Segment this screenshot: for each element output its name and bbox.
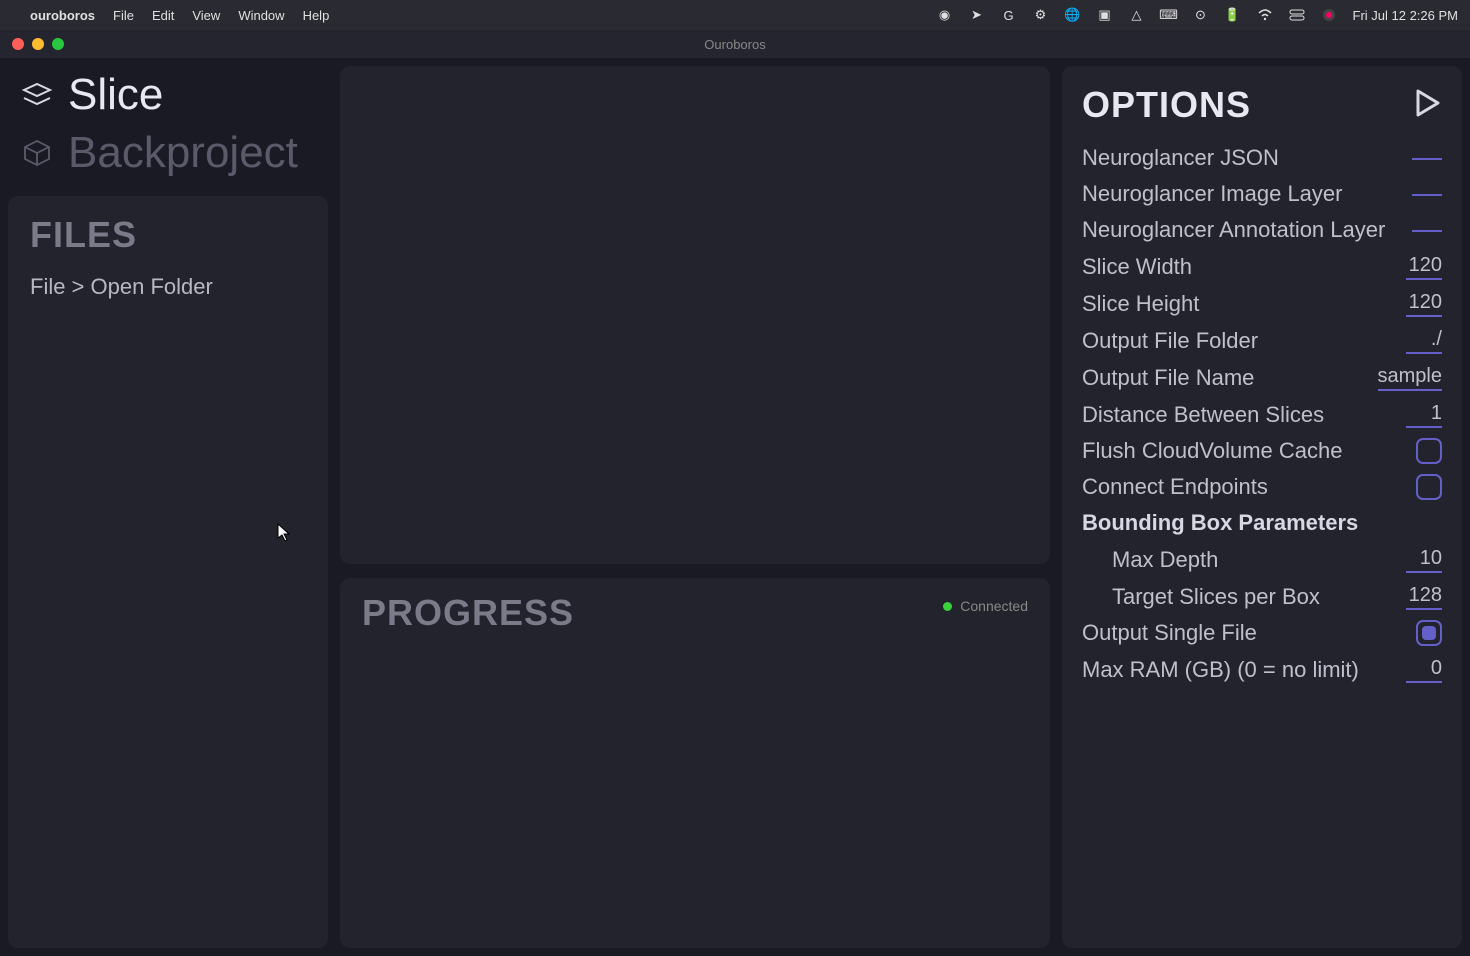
nav-slice[interactable]: Slice xyxy=(8,66,328,124)
nav-slice-label: Slice xyxy=(68,70,163,120)
option-row: Max RAM (GB) (0 = no limit) 0 xyxy=(1082,651,1442,688)
option-input[interactable] xyxy=(1412,192,1442,196)
option-row: Output Single File xyxy=(1082,615,1442,651)
options-title: OPTIONS xyxy=(1082,84,1251,126)
battery-icon[interactable]: 🔋 xyxy=(1225,7,1241,23)
traffic-lights xyxy=(12,38,64,50)
option-label: Max RAM (GB) (0 = no limit) xyxy=(1082,657,1359,683)
connection-status-label: Connected xyxy=(960,598,1028,614)
preview-panel xyxy=(340,66,1050,564)
option-input[interactable]: 10 xyxy=(1406,546,1442,573)
option-row: Target Slices per Box 128 xyxy=(1082,578,1442,615)
status-dot-icon xyxy=(943,602,952,611)
option-row: Neuroglancer Image Layer xyxy=(1082,176,1442,212)
option-input[interactable]: 120 xyxy=(1406,290,1442,317)
menu-view[interactable]: View xyxy=(192,8,220,23)
window-maximize-button[interactable] xyxy=(52,38,64,50)
option-input[interactable]: 128 xyxy=(1406,583,1442,610)
option-label: Target Slices per Box xyxy=(1112,584,1320,610)
connection-status: Connected xyxy=(943,598,1028,614)
option-row: Max Depth 10 xyxy=(1082,541,1442,578)
main-column: PROGRESS Connected xyxy=(340,66,1050,948)
globe-icon[interactable]: 🌐 xyxy=(1065,7,1081,23)
option-label: Bounding Box Parameters xyxy=(1082,510,1358,536)
window-close-button[interactable] xyxy=(12,38,24,50)
date-time[interactable]: Fri Jul 12 2:26 PM xyxy=(1353,8,1459,23)
option-label: Flush CloudVolume Cache xyxy=(1082,438,1342,464)
options-rows: Neuroglancer JSON Neuroglancer Image Laye… xyxy=(1082,140,1442,688)
window-minimize-button[interactable] xyxy=(32,38,44,50)
menubar-right: ◉ ➤ G ⚙ 🌐 ▣ △ ⌨ ⊙ 🔋 Fri Jul 12 2:26 PM xyxy=(937,7,1459,23)
option-row: Output File Name sample xyxy=(1082,359,1442,396)
progress-panel: PROGRESS Connected xyxy=(340,578,1050,948)
play-status-icon[interactable]: ⊙ xyxy=(1193,7,1209,23)
option-label: Neuroglancer Annotation Layer xyxy=(1082,217,1385,243)
option-input[interactable]: 120 xyxy=(1406,253,1442,280)
control-center-icon[interactable] xyxy=(1289,7,1305,23)
option-input[interactable]: 0 xyxy=(1406,656,1442,683)
option-label: Max Depth xyxy=(1112,547,1218,573)
option-input[interactable]: sample xyxy=(1378,364,1442,391)
files-title: FILES xyxy=(30,214,306,256)
keyboard-icon[interactable]: ⌨ xyxy=(1161,7,1177,23)
option-checkbox[interactable] xyxy=(1416,620,1442,646)
menu-window[interactable]: Window xyxy=(238,8,284,23)
wifi-icon[interactable] xyxy=(1257,7,1273,23)
option-label: Distance Between Slices xyxy=(1082,402,1324,428)
location-icon[interactable]: ➤ xyxy=(969,7,985,23)
menu-help[interactable]: Help xyxy=(303,8,330,23)
app-name-menu[interactable]: ouroboros xyxy=(30,8,95,23)
option-row: Slice Width 120 xyxy=(1082,248,1442,285)
layers-icon xyxy=(20,78,54,112)
progress-title: PROGRESS xyxy=(362,592,1028,634)
grammarly-icon[interactable]: G xyxy=(1001,7,1017,23)
option-label: Slice Width xyxy=(1082,254,1192,280)
titlebar: Ouroboros xyxy=(0,30,1470,58)
option-label: Slice Height xyxy=(1082,291,1199,317)
option-label: Output File Folder xyxy=(1082,328,1258,354)
triangle-icon[interactable]: △ xyxy=(1129,7,1145,23)
option-input[interactable]: ./ xyxy=(1406,327,1442,354)
option-input[interactable] xyxy=(1412,228,1442,232)
option-row: Output File Folder ./ xyxy=(1082,322,1442,359)
nav-backproject-label: Backproject xyxy=(68,128,298,178)
option-row: Neuroglancer Annotation Layer xyxy=(1082,212,1442,248)
run-button[interactable] xyxy=(1412,88,1442,123)
menubar-left: ouroboros File Edit View Window Help xyxy=(12,8,329,23)
sidebar: Slice Backproject FILES File > Open Fold… xyxy=(8,66,328,948)
menu-file[interactable]: File xyxy=(113,8,134,23)
option-row: Connect Endpoints xyxy=(1082,469,1442,505)
option-label: Output Single File xyxy=(1082,620,1257,646)
option-row: Bounding Box Parameters xyxy=(1082,505,1442,541)
option-row: Slice Height 120 xyxy=(1082,285,1442,322)
app-icon[interactable]: ▣ xyxy=(1097,7,1113,23)
options-panel: OPTIONS Neuroglancer JSON Neuroglancer Im… xyxy=(1062,66,1462,948)
record-icon[interactable]: ◉ xyxy=(937,7,953,23)
menubar: ouroboros File Edit View Window Help ◉ ➤… xyxy=(0,0,1470,30)
window-title: Ouroboros xyxy=(704,37,765,52)
option-label: Neuroglancer JSON xyxy=(1082,145,1279,171)
option-label: Output File Name xyxy=(1082,365,1254,391)
option-label: Connect Endpoints xyxy=(1082,474,1268,500)
files-panel: FILES File > Open Folder xyxy=(8,196,328,948)
content: Slice Backproject FILES File > Open Fold… xyxy=(0,58,1470,956)
option-checkbox[interactable] xyxy=(1416,438,1442,464)
option-row: Distance Between Slices 1 xyxy=(1082,396,1442,433)
tools-icon[interactable]: ⚙ xyxy=(1033,7,1049,23)
options-header: OPTIONS xyxy=(1082,84,1442,126)
option-row: Neuroglancer JSON xyxy=(1082,140,1442,176)
siri-icon[interactable] xyxy=(1321,7,1337,23)
option-input[interactable]: 1 xyxy=(1406,401,1442,428)
files-hint: File > Open Folder xyxy=(30,274,306,300)
option-label: Neuroglancer Image Layer xyxy=(1082,181,1342,207)
option-checkbox[interactable] xyxy=(1416,474,1442,500)
menu-edit[interactable]: Edit xyxy=(152,8,174,23)
nav-backproject[interactable]: Backproject xyxy=(8,124,328,182)
option-input[interactable] xyxy=(1412,156,1442,160)
box-icon xyxy=(20,136,54,170)
option-row: Flush CloudVolume Cache xyxy=(1082,433,1442,469)
